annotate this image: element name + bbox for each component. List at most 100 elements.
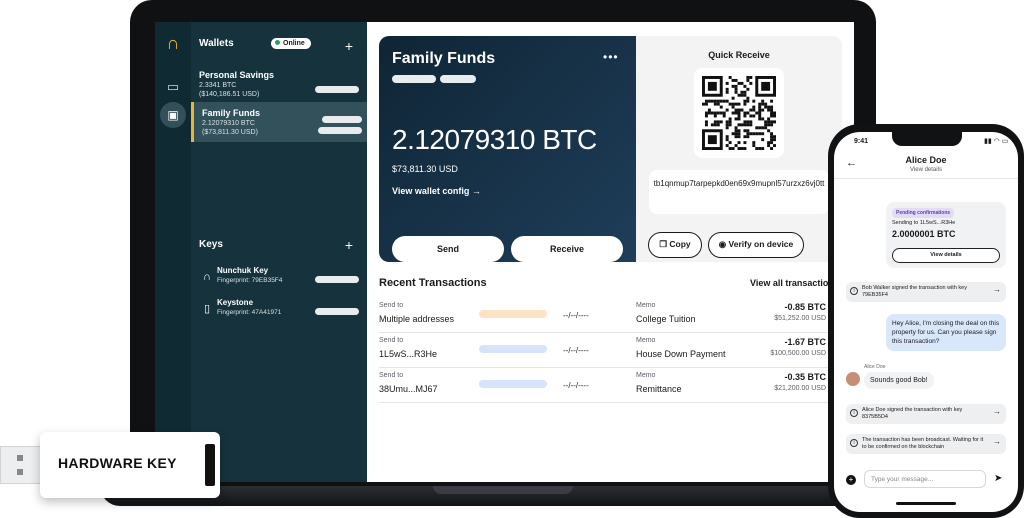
verify-label: Verify on device [728, 239, 794, 249]
phone-notch [892, 132, 962, 146]
transaction-usd: $21,200.00 USD [774, 385, 826, 392]
arrow-right-icon: → [993, 407, 1001, 416]
incoming-message: Sounds good Bob! [864, 372, 934, 389]
wallets-title: Wallets [199, 38, 234, 49]
send-to-value: 1L5wS...R3He [379, 349, 438, 359]
transaction-date: --/--/---- [563, 346, 589, 355]
system-message-text: The transaction has been broadcast. Wait… [862, 437, 984, 450]
system-message-text: Bob Walker signed the transaction with k… [862, 285, 967, 298]
system-message[interactable]: i Alice Doe signed the transaction with … [846, 404, 1006, 424]
nunchuk-logo-icon[interactable]: ∩ [164, 34, 182, 52]
arrow-right-icon: → [993, 285, 1001, 294]
laptop-notch [433, 486, 573, 494]
transaction-date: --/--/---- [563, 311, 589, 320]
wallet-placeholder-pill [315, 86, 359, 93]
table-row[interactable]: Send to 38Umu...MJ67 --/--/---- Memo Rem… [379, 368, 854, 403]
info-icon: i [850, 409, 858, 417]
view-wallet-config-label: View wallet config [392, 186, 470, 196]
send-to-value: 38Umu...MJ67 [379, 384, 438, 394]
copy-button[interactable]: ❐ Copy [648, 232, 702, 258]
arrow-right-icon: → [471, 186, 481, 196]
keys-title: Keys [199, 239, 223, 250]
verify-on-device-button[interactable]: ◉ Verify on device [708, 232, 804, 258]
key-placeholder-pill [315, 276, 359, 283]
status-time: 9:41 [854, 138, 869, 145]
message-input-bar: + Type your message... ➤ [834, 464, 1018, 494]
view-details-link[interactable]: View details [834, 167, 1018, 173]
wallet-item-family-funds[interactable]: Family Funds 2.12079310 BTC ($73,811.30 … [191, 102, 367, 142]
card-amount: 2.0000001 BTC [892, 229, 956, 239]
memo-value: Remittance [636, 384, 682, 394]
add-wallet-button[interactable]: + [343, 39, 355, 53]
wallet-item-personal-savings[interactable]: Personal Savings 2.3341 BTC ($140,186.51… [191, 64, 367, 104]
message-input[interactable]: Type your message... [864, 470, 986, 488]
chat-icon[interactable]: ▭ [165, 80, 181, 94]
send-to-label: Send to [379, 337, 404, 344]
wallet-balance-usd: $73,811.30 USD [392, 164, 458, 174]
hero-placeholder-pill [440, 75, 476, 83]
header-divider [834, 178, 1018, 179]
table-row[interactable]: Send to 1L5wS...R3He --/--/---- Memo Hou… [379, 333, 854, 368]
card-view-details-button[interactable]: View details [892, 248, 1000, 263]
usb-contact [17, 469, 23, 475]
hero-placeholder-pill [392, 75, 436, 83]
key-item-nunchuk[interactable]: ∩ Nunchuk Key Fingerprint: 79EB35F4 [191, 262, 367, 292]
transaction-amount: -0.85 BTC [784, 302, 826, 312]
phone-chat-screen: 9:41 ▮▮ ◠ ▭ ← Alice Doe View details Pen… [834, 132, 1018, 512]
qr-code-graphic [702, 76, 776, 150]
system-message-text: Alice Doe signed the transaction with ke… [862, 407, 963, 420]
receive-button[interactable]: Receive [511, 236, 623, 262]
memo-value: College Tuition [636, 314, 696, 324]
outgoing-message: Hey Alice, I'm closing the deal on this … [886, 314, 1006, 351]
more-dots-icon[interactable]: ••• [603, 50, 619, 64]
view-wallet-config-link[interactable]: View wallet config → [392, 186, 481, 196]
send-to-label: Send to [379, 302, 404, 309]
copy-label: Copy [669, 239, 691, 249]
receive-address[interactable]: tb1qnmup7tarpepkd0en69x9mupnl57urzxz6vj0… [649, 170, 829, 214]
card-sending-to: Sending to 1L5wS...R3He [892, 220, 956, 226]
info-icon: i [850, 287, 858, 295]
table-row[interactable]: Send to Multiple addresses --/--/---- Me… [379, 298, 854, 333]
wallet-name: Personal Savings [199, 70, 275, 80]
wallet-icon[interactable]: ▣ [160, 102, 186, 128]
home-indicator [896, 502, 956, 505]
wallet-placeholder-pill [318, 127, 362, 134]
transaction-amount: -1.67 BTC [784, 337, 826, 347]
system-message[interactable]: i The transaction has been broadcast. Wa… [846, 434, 1006, 454]
send-button[interactable]: Send [392, 236, 504, 262]
incoming-sender-name: Alice Doe [864, 364, 886, 370]
quick-receive-panel: Quick Receive tb1qnmup7tarpepkd0en69x9mu… [636, 36, 842, 262]
online-dot-icon [275, 40, 280, 45]
online-label: Online [283, 40, 305, 47]
add-key-button[interactable]: + [343, 238, 355, 252]
memo-value: House Down Payment [636, 349, 726, 359]
transaction-usd: $100,500.00 USD [770, 350, 826, 357]
transaction-tag-bar [479, 380, 547, 388]
key-item-keystone[interactable]: ▯ Keystone Fingerprint: 47A41971 [191, 294, 367, 324]
send-icon[interactable]: ➤ [994, 473, 1002, 484]
usb-plug [0, 446, 42, 484]
key-name: Nunchuk Key [217, 266, 269, 275]
wallet-title: Family Funds [392, 50, 496, 67]
send-to-value: Multiple addresses [379, 314, 455, 324]
wallet-hero-card: Family Funds ••• 2.12079310 BTC $73,811.… [379, 36, 636, 262]
add-attachment-icon[interactable]: + [846, 475, 856, 485]
key-name: Keystone [217, 298, 254, 307]
send-to-label: Send to [379, 372, 404, 379]
transaction-usd: $51,252.00 USD [774, 315, 826, 322]
transaction-date: --/--/---- [563, 381, 589, 390]
wallet-placeholder-pill [322, 116, 362, 123]
view-all-transactions-link[interactable]: View all transactions [750, 278, 839, 288]
contact-name: Alice Doe [905, 155, 947, 165]
eye-icon: ◉ [718, 239, 727, 249]
desktop-app-window: ∩ ▭ ▣ Wallets Online + Personal Savings … [155, 22, 854, 482]
info-icon: i [850, 439, 858, 447]
usb-contact [17, 455, 23, 461]
system-message[interactable]: i Bob Walker signed the transaction with… [846, 282, 1006, 302]
icon-rail: ∩ ▭ ▣ [155, 22, 191, 482]
signal-battery-icon: ▮▮ ◠ ▭ [984, 138, 1009, 145]
hardware-key-slot [205, 444, 215, 486]
quick-receive-title: Quick Receive [708, 50, 770, 60]
pending-badge: Pending confirmations [892, 208, 955, 218]
copy-icon: ❐ [659, 239, 667, 249]
